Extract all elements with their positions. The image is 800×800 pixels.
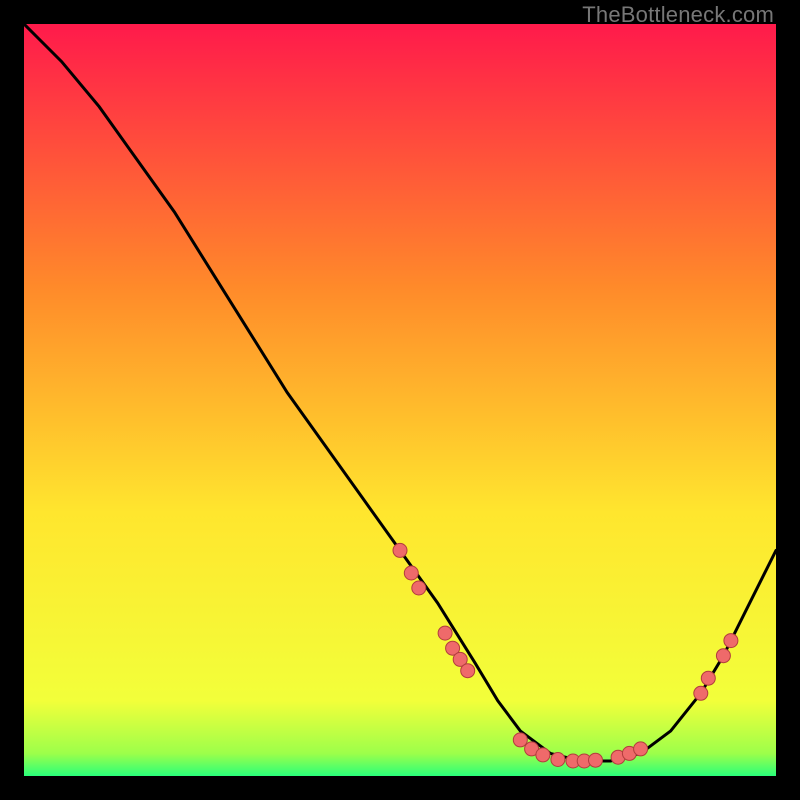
data-point	[701, 671, 715, 685]
data-point	[393, 543, 407, 557]
data-point	[536, 748, 550, 762]
data-point	[634, 742, 648, 756]
data-point	[461, 664, 475, 678]
data-point	[589, 753, 603, 767]
data-point	[513, 733, 527, 747]
chart-frame	[24, 24, 776, 776]
bottleneck-chart	[24, 24, 776, 776]
gradient-background	[24, 24, 776, 776]
data-point	[412, 581, 426, 595]
data-point	[724, 634, 738, 648]
data-point	[438, 626, 452, 640]
data-point	[716, 649, 730, 663]
data-point	[404, 566, 418, 580]
data-point	[551, 753, 565, 767]
data-point	[694, 686, 708, 700]
